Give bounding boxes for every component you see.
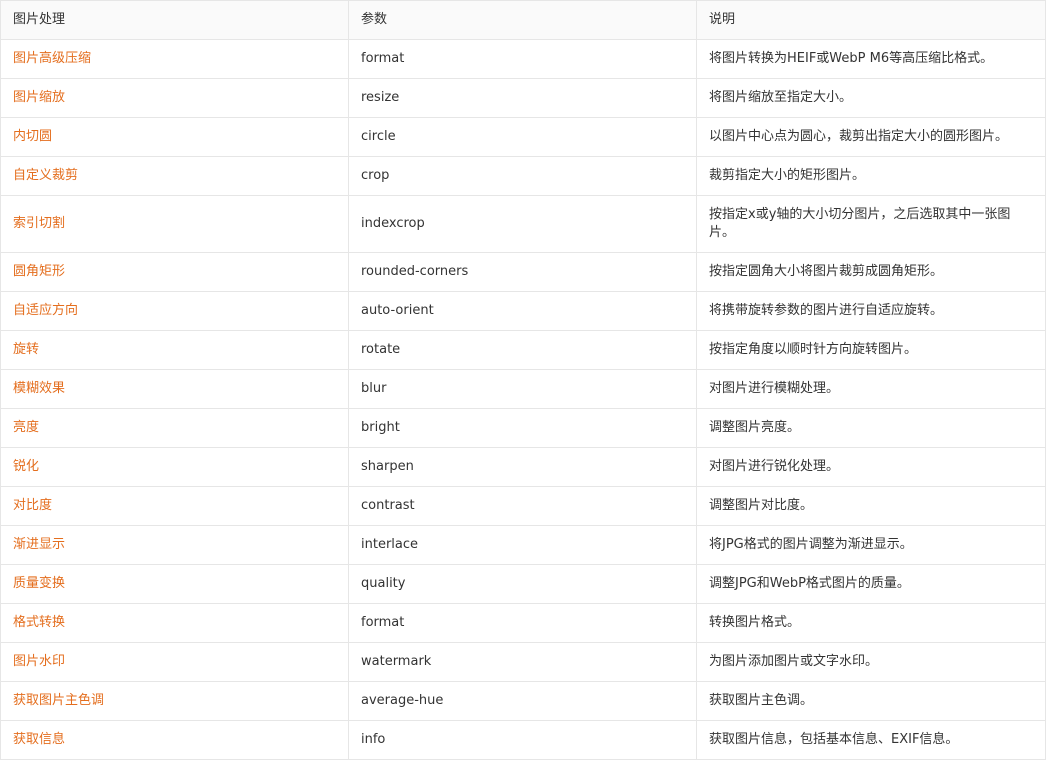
processing-cell: 图片缩放 [0,78,349,118]
table-row: 自定义裁剪 crop 裁剪指定大小的矩形图片。 [0,156,1046,196]
processing-cell: 自适应方向 [0,291,349,331]
table-row: 模糊效果 blur 对图片进行模糊处理。 [0,369,1046,409]
processing-cell: 图片水印 [0,642,349,682]
processing-cell: 获取信息 [0,720,349,760]
parameter-cell: blur [348,369,697,409]
description-cell: 调整图片对比度。 [696,486,1046,526]
description-cell: 按指定角度以顺时针方向旋转图片。 [696,330,1046,370]
table-row: 图片缩放 resize 将图片缩放至指定大小。 [0,78,1046,118]
description-cell: 以图片中心点为圆心，裁剪出指定大小的圆形图片。 [696,117,1046,157]
processing-cell: 索引切割 [0,195,349,253]
processing-cell: 自定义裁剪 [0,156,349,196]
description-cell: 获取图片主色调。 [696,681,1046,721]
processing-cell: 渐进显示 [0,525,349,565]
parameter-cell: watermark [348,642,697,682]
processing-link[interactable]: 圆角矩形 [13,264,65,279]
processing-link[interactable]: 获取图片主色调 [13,693,104,708]
processing-link[interactable]: 图片水印 [13,654,65,669]
parameter-cell: rounded-corners [348,252,697,292]
processing-link[interactable]: 获取信息 [13,732,65,747]
parameter-cell: resize [348,78,697,118]
processing-link[interactable]: 亮度 [13,420,39,435]
image-processing-table: 图片处理 参数 说明 图片高级压缩 format 将图片转换为HEIF或WebP… [0,0,1046,760]
table-row: 格式转换 format 转换图片格式。 [0,603,1046,643]
parameter-cell: rotate [348,330,697,370]
processing-link[interactable]: 索引切割 [13,216,65,231]
column-header-parameter: 参数 [348,0,697,40]
processing-cell: 内切圆 [0,117,349,157]
parameter-cell: quality [348,564,697,604]
processing-link[interactable]: 图片高级压缩 [13,51,91,66]
parameter-cell: auto-orient [348,291,697,331]
parameter-cell: indexcrop [348,195,697,253]
description-cell: 获取图片信息，包括基本信息、EXIF信息。 [696,720,1046,760]
processing-cell: 获取图片主色调 [0,681,349,721]
parameter-cell: info [348,720,697,760]
parameter-cell: format [348,603,697,643]
table-row: 亮度 bright 调整图片亮度。 [0,408,1046,448]
column-header-processing: 图片处理 [0,0,349,40]
table-row: 图片高级压缩 format 将图片转换为HEIF或WebP M6等高压缩比格式。 [0,39,1046,79]
parameter-cell: bright [348,408,697,448]
parameter-cell: average-hue [348,681,697,721]
processing-link[interactable]: 旋转 [13,342,39,357]
processing-link[interactable]: 质量变换 [13,576,65,591]
parameter-cell: circle [348,117,697,157]
processing-cell: 质量变换 [0,564,349,604]
processing-cell: 锐化 [0,447,349,487]
description-cell: 调整JPG和WebP格式图片的质量。 [696,564,1046,604]
table-row: 获取图片主色调 average-hue 获取图片主色调。 [0,681,1046,721]
table-row: 图片水印 watermark 为图片添加图片或文字水印。 [0,642,1046,682]
table-row: 自适应方向 auto-orient 将携带旋转参数的图片进行自适应旋转。 [0,291,1046,331]
processing-cell: 圆角矩形 [0,252,349,292]
description-cell: 将图片缩放至指定大小。 [696,78,1046,118]
description-cell: 裁剪指定大小的矩形图片。 [696,156,1046,196]
description-cell: 为图片添加图片或文字水印。 [696,642,1046,682]
table-row: 质量变换 quality 调整JPG和WebP格式图片的质量。 [0,564,1046,604]
processing-link[interactable]: 格式转换 [13,615,65,630]
processing-link[interactable]: 渐进显示 [13,537,65,552]
processing-link[interactable]: 锐化 [13,459,39,474]
processing-cell: 图片高级压缩 [0,39,349,79]
table-row: 锐化 sharpen 对图片进行锐化处理。 [0,447,1046,487]
processing-link[interactable]: 自定义裁剪 [13,168,78,183]
description-cell: 将携带旋转参数的图片进行自适应旋转。 [696,291,1046,331]
parameter-cell: sharpen [348,447,697,487]
table-row: 获取信息 info 获取图片信息，包括基本信息、EXIF信息。 [0,720,1046,760]
processing-cell: 亮度 [0,408,349,448]
description-cell: 将JPG格式的图片调整为渐进显示。 [696,525,1046,565]
parameter-cell: format [348,39,697,79]
processing-link[interactable]: 对比度 [13,498,52,513]
table-row: 内切圆 circle 以图片中心点为圆心，裁剪出指定大小的圆形图片。 [0,117,1046,157]
description-cell: 对图片进行模糊处理。 [696,369,1046,409]
table-row: 渐进显示 interlace 将JPG格式的图片调整为渐进显示。 [0,525,1046,565]
processing-cell: 对比度 [0,486,349,526]
processing-cell: 模糊效果 [0,369,349,409]
table-row: 对比度 contrast 调整图片对比度。 [0,486,1046,526]
table-row: 旋转 rotate 按指定角度以顺时针方向旋转图片。 [0,330,1046,370]
parameter-cell: crop [348,156,697,196]
parameter-cell: interlace [348,525,697,565]
table-row: 圆角矩形 rounded-corners 按指定圆角大小将图片裁剪成圆角矩形。 [0,252,1046,292]
processing-link[interactable]: 图片缩放 [13,90,65,105]
description-cell: 按指定圆角大小将图片裁剪成圆角矩形。 [696,252,1046,292]
description-cell: 按指定x或y轴的大小切分图片，之后选取其中一张图片。 [696,195,1046,253]
column-header-description: 说明 [696,0,1046,40]
description-cell: 对图片进行锐化处理。 [696,447,1046,487]
description-cell: 将图片转换为HEIF或WebP M6等高压缩比格式。 [696,39,1046,79]
processing-cell: 格式转换 [0,603,349,643]
table-header-row: 图片处理 参数 说明 [0,0,1046,40]
parameter-cell: contrast [348,486,697,526]
processing-link[interactable]: 自适应方向 [13,303,78,318]
description-cell: 调整图片亮度。 [696,408,1046,448]
processing-link[interactable]: 模糊效果 [13,381,65,396]
processing-cell: 旋转 [0,330,349,370]
processing-link[interactable]: 内切圆 [13,129,52,144]
table-row: 索引切割 indexcrop 按指定x或y轴的大小切分图片，之后选取其中一张图片… [0,195,1046,253]
description-cell: 转换图片格式。 [696,603,1046,643]
